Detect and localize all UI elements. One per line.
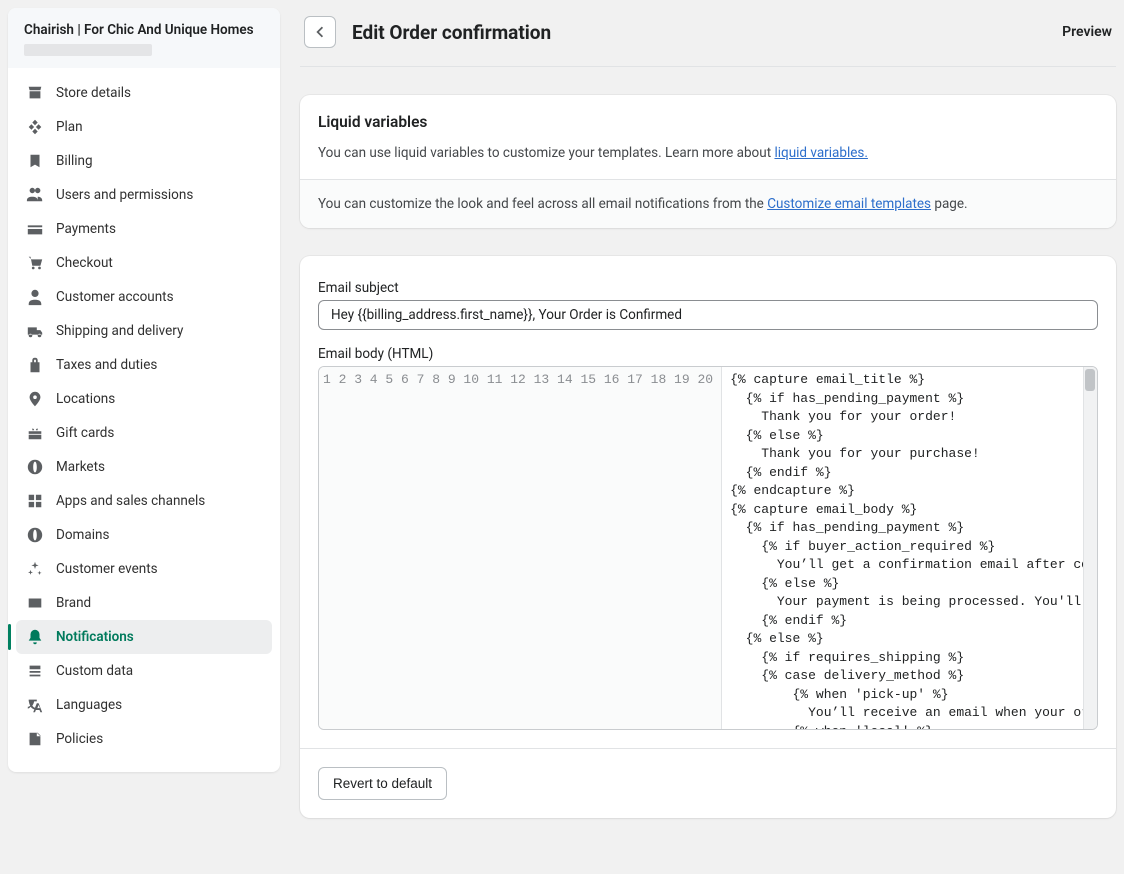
arrow-left-icon — [311, 23, 329, 41]
sidebar-item-label: Payments — [56, 221, 116, 237]
email-body-editor[interactable]: 1 2 3 4 5 6 7 8 9 10 11 12 13 14 15 16 1… — [318, 366, 1098, 730]
sidebar-item-billing[interactable]: Billing — [16, 144, 272, 178]
store-name: Chairish | For Chic And Unique Homes — [24, 22, 264, 38]
sidebar-item-label: Checkout — [56, 255, 113, 271]
sidebar-item-checkout[interactable]: Checkout — [16, 246, 272, 280]
sidebar-item-store-details[interactable]: Store details — [16, 76, 272, 110]
billing-icon — [26, 152, 44, 170]
plan-icon — [26, 118, 44, 136]
sidebar-item-customer-accounts[interactable]: Customer accounts — [16, 280, 272, 314]
policies-icon — [26, 730, 44, 748]
sidebar-item-label: Store details — [56, 85, 131, 101]
sidebar-item-label: Apps and sales channels — [56, 493, 205, 509]
sidebar-item-users-and-permissions[interactable]: Users and permissions — [16, 178, 272, 212]
sidebar-item-label: Locations — [56, 391, 115, 407]
checkout-icon — [26, 254, 44, 272]
giftcards-icon — [26, 424, 44, 442]
shipping-icon — [26, 322, 44, 340]
sidebar-item-label: Domains — [56, 527, 109, 543]
sidebar-item-languages[interactable]: Languages — [16, 688, 272, 722]
brand-icon — [26, 594, 44, 612]
sidebar-item-label: Customer accounts — [56, 289, 174, 305]
code-content[interactable]: {% capture email_title %} {% if has_pend… — [722, 367, 1097, 729]
sidebar-item-customer-events[interactable]: Customer events — [16, 552, 272, 586]
editor-scrollbar[interactable] — [1083, 367, 1097, 729]
sidebar-item-label: Custom data — [56, 663, 133, 679]
sidebar-item-label: Markets — [56, 459, 105, 475]
sidebar-item-locations[interactable]: Locations — [16, 382, 272, 416]
sidebar-item-markets[interactable]: Markets — [16, 450, 272, 484]
customdata-icon — [26, 662, 44, 680]
sidebar-item-label: Gift cards — [56, 425, 114, 441]
locations-icon — [26, 390, 44, 408]
sidebar-item-payments[interactable]: Payments — [16, 212, 272, 246]
sidebar-item-label: Languages — [56, 697, 122, 713]
customize-desc: You can customize the look and feel acro… — [318, 196, 1098, 212]
sidebar-item-label: Billing — [56, 153, 93, 169]
subject-label: Email subject — [318, 280, 1098, 296]
languages-icon — [26, 696, 44, 714]
customize-desc-pre: You can customize the look and feel acro… — [318, 196, 767, 212]
sidebar-header: Chairish | For Chic And Unique Homes — [8, 8, 280, 68]
sidebar-item-policies[interactable]: Policies — [16, 722, 272, 756]
email-editor-card: Email subject Email body (HTML) 1 2 3 4 … — [300, 256, 1116, 818]
payments-icon — [26, 220, 44, 238]
store-icon — [26, 84, 44, 102]
sidebar-item-brand[interactable]: Brand — [16, 586, 272, 620]
revert-to-default-button[interactable]: Revert to default — [318, 767, 447, 800]
notifications-icon — [26, 628, 44, 646]
sidebar-item-apps-and-sales-channels[interactable]: Apps and sales channels — [16, 484, 272, 518]
card-divider — [300, 748, 1116, 749]
page-title: Edit Order confirmation — [352, 21, 1062, 44]
sidebar-item-label: Customer events — [56, 561, 158, 577]
apps-icon — [26, 492, 44, 510]
sidebar-item-label: Taxes and duties — [56, 357, 157, 373]
customers-icon — [26, 288, 44, 306]
store-subtitle-placeholder — [24, 44, 152, 56]
users-icon — [26, 186, 44, 204]
sidebar-item-label: Plan — [56, 119, 83, 135]
sidebar-item-label: Users and permissions — [56, 187, 193, 203]
liquid-heading: Liquid variables — [318, 113, 1098, 131]
editor-scrollbar-thumb[interactable] — [1085, 369, 1095, 391]
settings-sidebar: Chairish | For Chic And Unique Homes Sto… — [8, 8, 280, 772]
liquid-variables-link[interactable]: liquid variables. — [774, 145, 867, 161]
body-label: Email body (HTML) — [318, 346, 1098, 362]
sidebar-item-taxes-and-duties[interactable]: Taxes and duties — [16, 348, 272, 382]
liquid-variables-card: Liquid variables You can use liquid vari… — [300, 95, 1116, 228]
preview-button[interactable]: Preview — [1062, 24, 1112, 40]
main-content: Edit Order confirmation Preview Liquid v… — [300, 8, 1116, 818]
sidebar-item-domains[interactable]: Domains — [16, 518, 272, 552]
sidebar-item-gift-cards[interactable]: Gift cards — [16, 416, 272, 450]
liquid-desc-text: You can use liquid variables to customiz… — [318, 145, 774, 161]
sidebar-item-label: Notifications — [56, 629, 134, 645]
email-subject-input[interactable] — [318, 300, 1098, 330]
sidebar-item-label: Brand — [56, 595, 91, 611]
sidebar-item-label: Policies — [56, 731, 103, 747]
domains-icon — [26, 526, 44, 544]
taxes-icon — [26, 356, 44, 374]
sidebar-item-notifications[interactable]: Notifications — [16, 620, 272, 654]
page-header: Edit Order confirmation Preview — [300, 8, 1116, 67]
sidebar-item-label: Shipping and delivery — [56, 323, 183, 339]
sidebar-list: Store details Plan Billing Users and permis… — [8, 68, 280, 764]
back-button[interactable] — [304, 16, 336, 48]
customize-desc-post: page. — [931, 196, 968, 212]
events-icon — [26, 560, 44, 578]
line-number-gutter: 1 2 3 4 5 6 7 8 9 10 11 12 13 14 15 16 1… — [319, 367, 722, 729]
markets-icon — [26, 458, 44, 476]
customize-templates-link[interactable]: Customize email templates — [767, 196, 931, 212]
sidebar-item-plan[interactable]: Plan — [16, 110, 272, 144]
sidebar-item-custom-data[interactable]: Custom data — [16, 654, 272, 688]
sidebar-item-shipping-and-delivery[interactable]: Shipping and delivery — [16, 314, 272, 348]
liquid-desc: You can use liquid variables to customiz… — [318, 145, 1098, 161]
